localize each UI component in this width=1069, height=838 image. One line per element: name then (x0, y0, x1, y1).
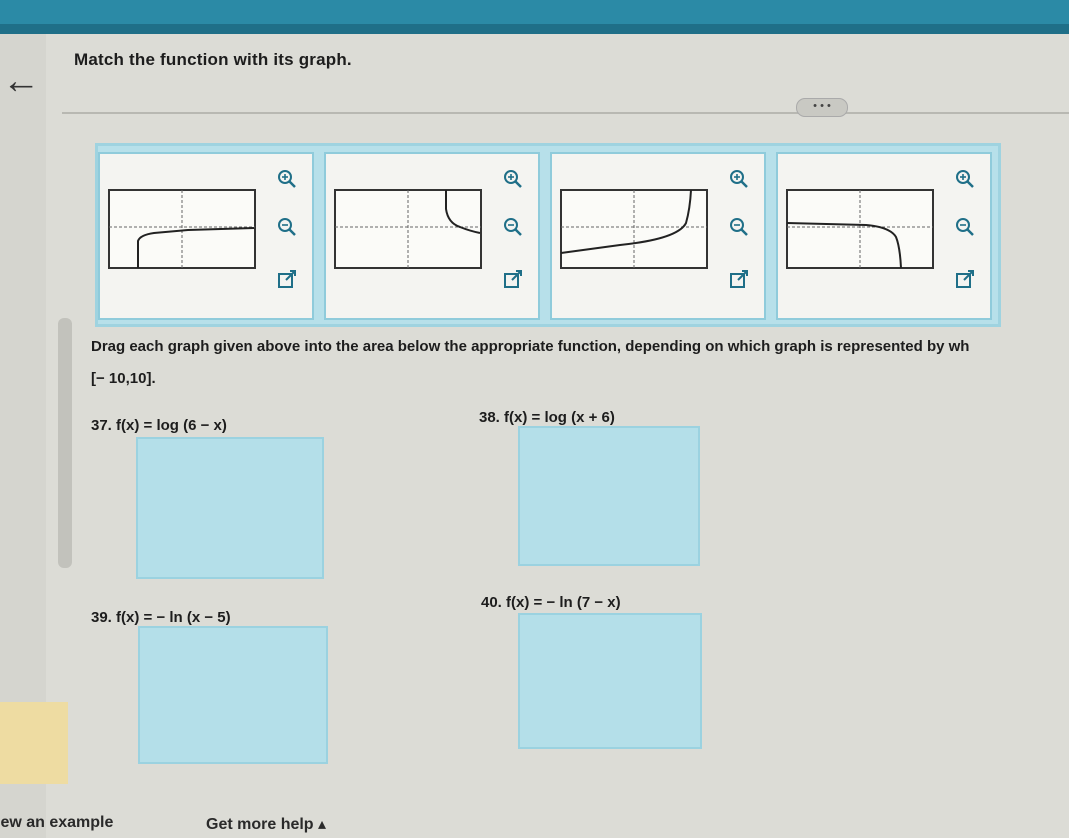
back-arrow-icon[interactable]: ← (2, 62, 40, 100)
view-example-link[interactable]: iew an example (0, 814, 113, 832)
graph-c[interactable] (560, 189, 708, 269)
drop-zone-39[interactable] (138, 626, 328, 764)
problem-40-label: 40. f(x) = − ln (7 − x) (481, 594, 621, 611)
instructions-text: Drag each graph given above into the are… (91, 338, 970, 355)
drop-zone-38[interactable] (518, 426, 700, 566)
graph-a[interactable] (108, 189, 256, 269)
zoom-out-icon[interactable] (724, 212, 754, 242)
problem-38-label: 38. f(x) = log (x + 6) (479, 409, 615, 426)
get-more-help-link[interactable]: Get more help ▴ (206, 814, 326, 834)
zoom-in-icon[interactable] (272, 164, 302, 194)
graph-a-tools (272, 164, 304, 309)
drop-zone-37[interactable] (136, 437, 324, 579)
drop-zone-40[interactable] (518, 613, 702, 749)
graph-tray (95, 143, 1001, 327)
graph-b-tools (498, 164, 530, 309)
zoom-in-icon[interactable] (498, 164, 528, 194)
more-button[interactable]: • • • (796, 98, 848, 117)
graph-card-a[interactable] (98, 152, 314, 320)
top-bar-shadow (0, 24, 1069, 34)
expand-icon[interactable] (724, 264, 754, 294)
graph-card-c[interactable] (550, 152, 766, 320)
graph-c-tools (724, 164, 756, 309)
scrollbar[interactable] (58, 318, 72, 568)
zoom-out-icon[interactable] (272, 212, 302, 242)
graph-card-b[interactable] (324, 152, 540, 320)
zoom-in-icon[interactable] (950, 164, 980, 194)
problem-39-label: 39. f(x) = − ln (x − 5) (91, 609, 231, 626)
zoom-out-icon[interactable] (950, 212, 980, 242)
graph-d[interactable] (786, 189, 934, 269)
expand-icon[interactable] (498, 264, 528, 294)
expand-icon[interactable] (950, 264, 980, 294)
side-note (0, 702, 68, 784)
zoom-in-icon[interactable] (724, 164, 754, 194)
zoom-out-icon[interactable] (498, 212, 528, 242)
problem-37-label: 37. f(x) = log (6 − x) (91, 417, 227, 434)
page-title: Match the function with its graph. (74, 50, 352, 69)
graph-d-tools (950, 164, 982, 309)
divider (62, 112, 1069, 114)
graph-card-d[interactable] (776, 152, 992, 320)
interval-text: [− 10,10]. (91, 370, 156, 387)
graph-b[interactable] (334, 189, 482, 269)
expand-icon[interactable] (272, 264, 302, 294)
